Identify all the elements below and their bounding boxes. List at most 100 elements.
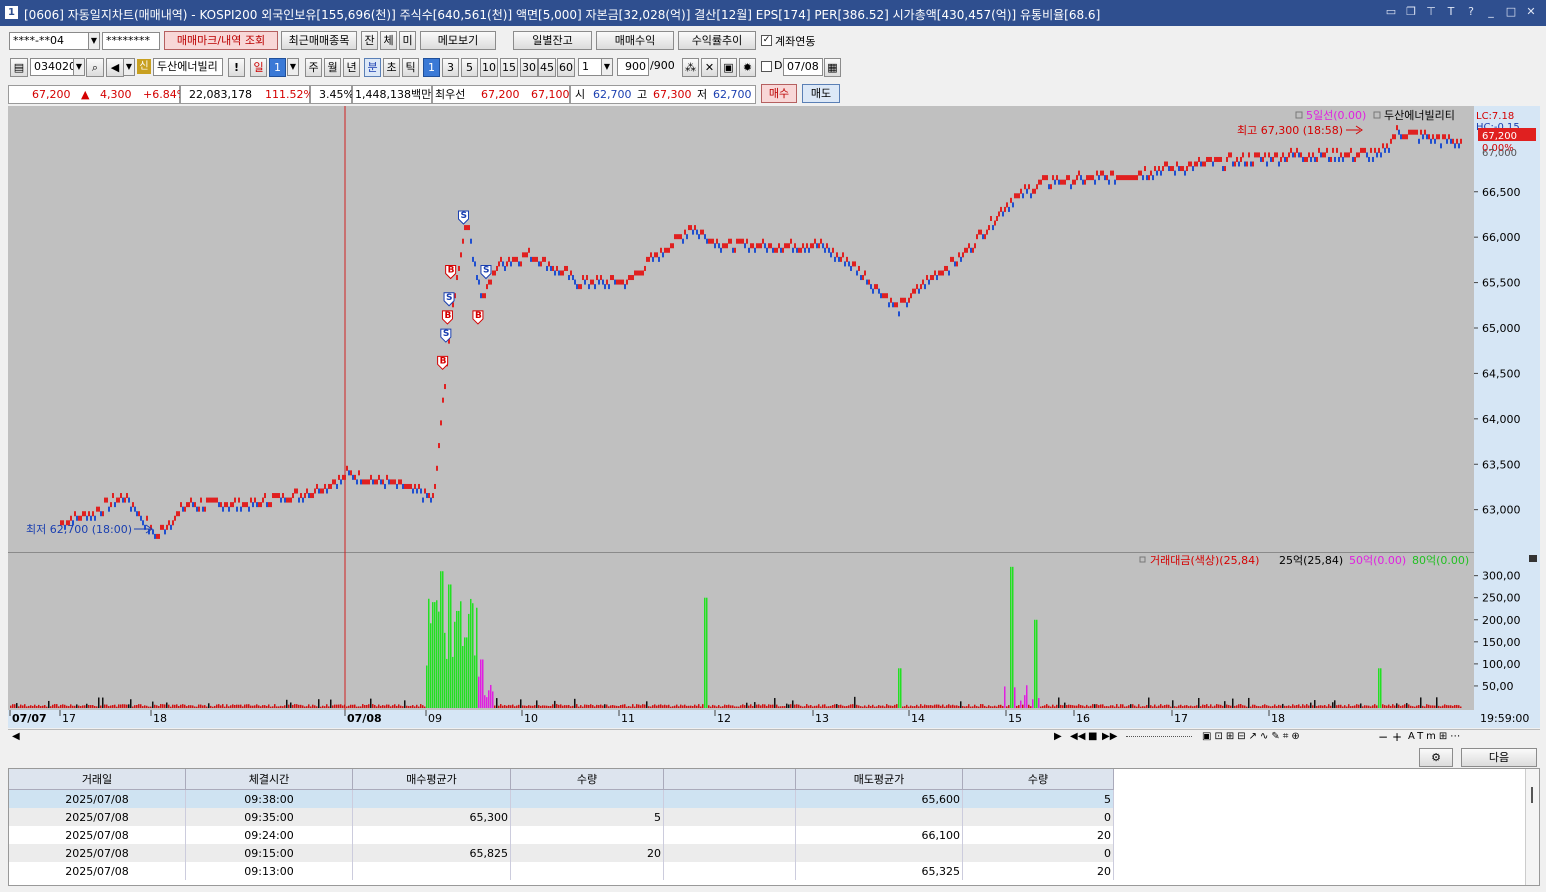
header-buy-avg[interactable]: 매수평균가 xyxy=(352,769,511,790)
close-icon[interactable]: ✕ xyxy=(1524,5,1538,19)
chart-scrollbar[interactable]: ◀ ▶ ◀◀ ■ ▶▶ ▣⊡⊞⊟↗∿✎⌗⊕ − + ATm⊞⋯ xyxy=(8,729,1540,746)
fast-forward-icon[interactable]: ▶▶ xyxy=(1102,731,1117,742)
table-cell[interactable]: 0 xyxy=(962,844,1114,862)
table-cell[interactable]: 20 xyxy=(510,844,664,862)
settings-gear-button[interactable]: ⚙ xyxy=(1419,748,1453,767)
maximize-icon[interactable]: □ xyxy=(1504,5,1518,19)
interval-60[interactable]: 60 xyxy=(557,58,575,77)
interval-30[interactable]: 30 xyxy=(520,58,538,77)
stock-code-dropdown[interactable]: ▼ xyxy=(73,58,85,76)
scroll-left-icon[interactable]: ◀ xyxy=(12,731,20,742)
table-cell[interactable] xyxy=(663,826,796,844)
period-year-button[interactable]: 년 xyxy=(343,58,360,77)
interval-dropdown[interactable]: ▼ xyxy=(601,58,613,76)
save-icon[interactable]: ▣ xyxy=(720,58,737,77)
period-day-value[interactable]: 1 xyxy=(269,58,286,77)
layout-icon[interactable]: ▤ xyxy=(10,58,28,77)
table-cell[interactable]: 5 xyxy=(510,808,664,826)
interval-3[interactable]: 3 xyxy=(442,58,459,77)
stock-code-field[interactable]: 034020 xyxy=(30,58,74,76)
return-trend-button[interactable]: 수익률추이 xyxy=(678,31,756,50)
period-second-button[interactable]: 초 xyxy=(383,58,400,77)
table-cell[interactable]: 09:15:00 xyxy=(185,844,353,862)
stop-icon[interactable]: ■ xyxy=(1088,731,1097,742)
next-button[interactable]: 다음 xyxy=(1461,748,1537,767)
table-cell[interactable]: 0 xyxy=(962,808,1114,826)
stock-name-field[interactable]: 두산에너빌리 xyxy=(153,58,223,76)
account-link-checkbox[interactable]: ✓ xyxy=(761,35,772,46)
trade-mark-button[interactable]: 매매마크/내역 조회 xyxy=(164,31,278,50)
interval-10[interactable]: 10 xyxy=(480,58,498,77)
period-week-button[interactable]: 주 xyxy=(305,58,322,77)
period-tick-button[interactable]: 틱 xyxy=(402,58,419,77)
table-cell[interactable]: 65,325 xyxy=(795,862,963,880)
table-cell[interactable] xyxy=(795,844,963,862)
speaker-icon[interactable]: ◀ xyxy=(106,58,124,77)
chart-svg[interactable]: BSBSBSBS 63,00063,50064,00064,50065,0006… xyxy=(8,106,1540,728)
table-cell[interactable] xyxy=(795,808,963,826)
vol-panel-close-icon[interactable] xyxy=(1529,555,1537,562)
header-trade-date[interactable]: 거래일 xyxy=(9,769,186,790)
bar-count-field[interactable]: 900 xyxy=(617,58,649,76)
period-minute-button[interactable]: 분 xyxy=(364,58,381,77)
buy-button[interactable]: 매수 xyxy=(761,84,797,103)
interval-select[interactable]: 1 xyxy=(578,58,602,76)
search-icon[interactable]: ⌕ xyxy=(86,58,104,77)
zoom-in-icon[interactable]: + xyxy=(1392,730,1402,744)
date-field[interactable]: 07/08 xyxy=(783,58,823,76)
table-cell[interactable]: 5 xyxy=(962,789,1114,808)
alert-button[interactable]: ! xyxy=(228,58,245,77)
chart-area[interactable]: BSBSBSBS 63,000 63,500 64,000 64,500 65,000 6… xyxy=(8,106,1540,728)
table-cell[interactable] xyxy=(663,789,796,808)
table-cell[interactable] xyxy=(663,862,796,880)
table-cell[interactable]: 09:13:00 xyxy=(185,862,353,880)
table-cell[interactable]: 2025/07/08 xyxy=(9,808,186,826)
table-cell[interactable] xyxy=(510,789,664,808)
minimize-icon[interactable]: _ xyxy=(1484,5,1498,19)
table-row[interactable]: 2025/07/08 09:13:00 65,325 20 xyxy=(9,862,1114,880)
header-exec-time[interactable]: 체결시간 xyxy=(185,769,353,790)
header-blank[interactable] xyxy=(663,769,796,790)
app-icon[interactable]: 1 xyxy=(5,6,18,19)
daily-balance-button[interactable]: 일별잔고 xyxy=(513,31,592,50)
table-cell[interactable] xyxy=(352,789,511,808)
table-cell[interactable]: 2025/07/08 xyxy=(9,844,186,862)
interval-45[interactable]: 45 xyxy=(538,58,556,77)
password-field[interactable]: ******** xyxy=(102,32,160,50)
cascade-icon[interactable]: ❐ xyxy=(1404,5,1418,19)
recent-trade-button[interactable]: 최근매매종목 xyxy=(281,31,357,50)
period-dropdown[interactable]: ▼ xyxy=(287,58,299,76)
zoom-slider[interactable] xyxy=(1126,736,1192,740)
indicator-icon[interactable]: ⁂ xyxy=(682,58,699,77)
interval-1[interactable]: 1 xyxy=(423,58,440,77)
pin-icon[interactable]: ⊤ xyxy=(1424,5,1438,19)
zoom-out-icon[interactable]: − xyxy=(1378,730,1388,744)
account-field[interactable]: ****-**04 xyxy=(9,32,89,50)
font-icon[interactable]: T xyxy=(1444,5,1458,19)
table-cell[interactable]: 09:38:00 xyxy=(185,789,353,808)
header-sell-qty[interactable]: 수량 xyxy=(962,769,1114,790)
unexecuted-toggle[interactable]: 미 xyxy=(399,31,416,50)
table-cell[interactable]: 09:24:00 xyxy=(185,826,353,844)
tile-icon[interactable]: ▭ xyxy=(1384,5,1398,19)
settings-icon[interactable]: ✹ xyxy=(739,58,756,77)
table-row[interactable]: 2025/07/08 09:38:00 65,600 5 xyxy=(9,789,1114,808)
period-day-button[interactable]: 일 xyxy=(250,58,267,77)
sound-dropdown[interactable]: ▼ xyxy=(123,58,135,76)
table-cell[interactable]: 65,825 xyxy=(352,844,511,862)
table-cell[interactable] xyxy=(352,826,511,844)
drawing-tools-icon[interactable]: ▣⊡⊞⊟↗∿✎⌗⊕ xyxy=(1202,731,1303,742)
table-cell[interactable] xyxy=(352,862,511,880)
trade-profit-button[interactable]: 매매수익 xyxy=(596,31,674,50)
sell-button[interactable]: 매도 xyxy=(802,84,840,103)
table-row[interactable]: 2025/07/08 09:15:00 65,825 20 0 xyxy=(9,844,1114,862)
table-cell[interactable]: 2025/07/08 xyxy=(9,789,186,808)
executed-toggle[interactable]: 체 xyxy=(380,31,397,50)
table-cell[interactable]: 20 xyxy=(962,862,1114,880)
table-scrollbar[interactable] xyxy=(1525,769,1539,885)
table-cell[interactable] xyxy=(510,862,664,880)
interval-15[interactable]: 15 xyxy=(500,58,518,77)
chart-options-icon[interactable]: ATm⊞⋯ xyxy=(1408,731,1463,742)
interval-5[interactable]: 5 xyxy=(461,58,478,77)
header-buy-qty[interactable]: 수량 xyxy=(510,769,664,790)
